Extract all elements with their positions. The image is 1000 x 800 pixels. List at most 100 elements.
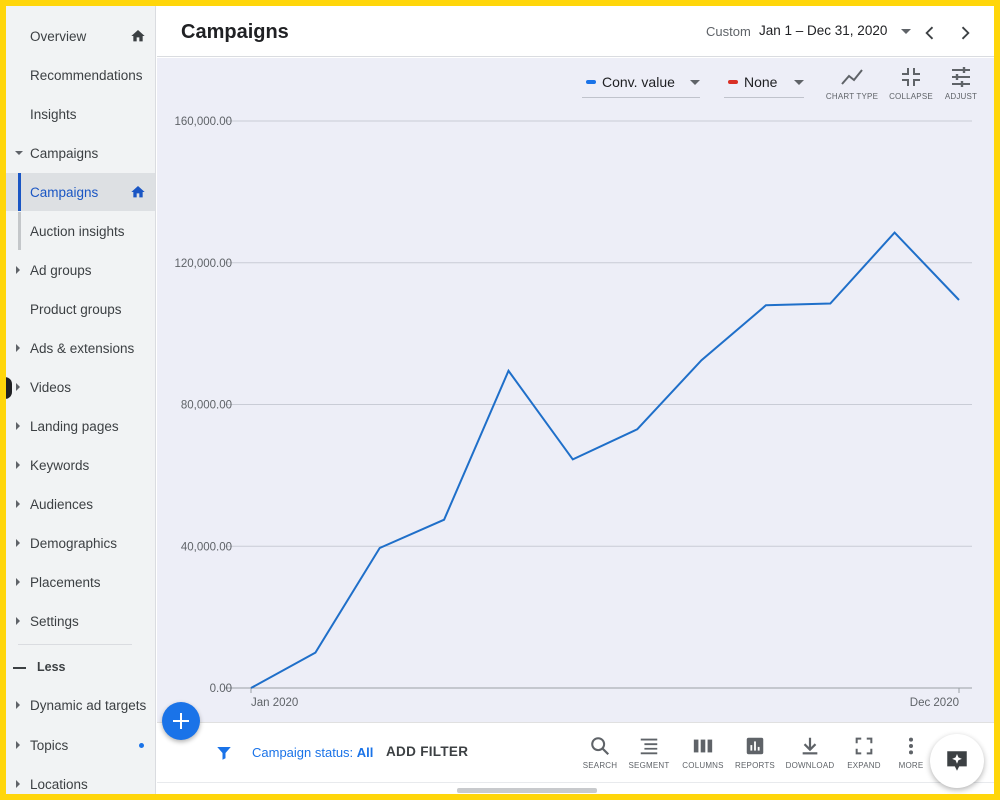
page-title: Campaigns	[181, 21, 289, 43]
sidebar-item-ad-groups[interactable]: Ad groups	[6, 251, 155, 289]
sidebar-item-label: Campaigns	[30, 145, 99, 161]
tool-label: DOWNLOAD	[785, 761, 835, 770]
table-toolbar: Campaign status: All ADD FILTER SEARCH S…	[157, 722, 994, 782]
caret-right-icon	[16, 701, 20, 709]
adjust-button[interactable]: ADJUST	[931, 66, 991, 106]
caret-right-icon	[16, 461, 20, 469]
create-button[interactable]	[162, 702, 200, 740]
sidebar-nav: Overview Recommendations Insights Campai…	[6, 6, 156, 794]
chevron-down-icon	[690, 80, 700, 85]
less-label: Less	[37, 660, 66, 674]
columns-button[interactable]: COLUMNS	[676, 735, 730, 775]
sidebar-item-audiences[interactable]: Audiences	[6, 485, 155, 523]
expand-button[interactable]: EXPAND	[837, 735, 891, 775]
horizontal-scrollbar[interactable]	[457, 788, 597, 793]
sparkle-chat-icon	[947, 751, 967, 771]
metric1-label: Conv. value	[602, 74, 675, 90]
chevron-left-icon[interactable]	[920, 23, 940, 43]
sidebar-item-label: Insights	[30, 106, 77, 122]
status-filter-value: All	[356, 745, 374, 760]
y-tick-label: 120,000.00	[174, 258, 232, 270]
sidebar-item-topics[interactable]: Topics	[6, 726, 155, 764]
sidebar-item-settings[interactable]: Settings	[6, 602, 155, 640]
home-icon	[131, 186, 145, 198]
sidebar-item-landing-pages[interactable]: Landing pages	[6, 407, 155, 445]
chevron-down-icon	[794, 80, 804, 85]
caret-right-icon	[16, 344, 20, 352]
caret-right-icon	[16, 266, 20, 274]
reports-button[interactable]: REPORTS	[728, 735, 782, 775]
collapse-icon	[902, 68, 920, 86]
sidebar-item-videos[interactable]: Videos	[6, 368, 155, 406]
tool-label: COLUMNS	[682, 761, 724, 770]
sidebar-divider	[18, 644, 132, 645]
segment-icon	[640, 738, 658, 755]
sidebar-item-demographics[interactable]: Demographics	[6, 524, 155, 562]
sidebar-item-label: Ad groups	[30, 262, 92, 278]
date-range-picker[interactable]: Jan 1 – Dec 31, 2020	[759, 23, 887, 38]
tool-label: CHART TYPE	[825, 92, 879, 101]
metric2-label: None	[744, 74, 778, 90]
sidebar-item-recommendations[interactable]: Recommendations	[6, 56, 155, 94]
sidebar-item-placements[interactable]: Placements	[6, 563, 155, 601]
filter-icon[interactable]	[215, 744, 233, 762]
sidebar-item-label: Campaigns	[30, 184, 99, 200]
download-button[interactable]: DOWNLOAD	[783, 735, 837, 775]
sliders-icon	[952, 67, 970, 87]
more-vert-icon	[908, 737, 914, 755]
sidebar-item-label: Product groups	[30, 301, 122, 317]
tool-label: SEARCH	[582, 761, 618, 770]
metric1-selector[interactable]: Conv. value	[582, 68, 700, 98]
sidebar-item-label: Placements	[30, 574, 101, 590]
caret-down-icon	[15, 151, 23, 155]
less-toggle[interactable]: Less	[6, 658, 155, 678]
sidebar-item-label: Overview	[30, 28, 87, 44]
sidebar-item-keywords[interactable]: Keywords	[6, 446, 155, 484]
series-line	[250, 231, 960, 689]
tool-label: EXPAND	[847, 761, 881, 770]
metric2-selector[interactable]: None	[724, 68, 804, 98]
sidebar-item-dynamic-ad-targets[interactable]: Dynamic ad targets	[6, 686, 155, 724]
status-filter-prefix: Campaign status:	[252, 745, 354, 760]
metric2-swatch	[728, 80, 738, 84]
add-filter-button[interactable]: ADD FILTER	[386, 744, 468, 759]
sidebar-item-insights[interactable]: Insights	[6, 95, 155, 133]
active-indicator	[18, 173, 21, 211]
sidebar-item-overview[interactable]: Overview	[6, 17, 155, 55]
sidebar-item-auction-insights[interactable]: Auction insights	[6, 212, 155, 250]
minus-icon	[13, 667, 26, 669]
search-button[interactable]: SEARCH	[573, 735, 627, 775]
home-icon	[131, 30, 145, 42]
sidebar-item-product-groups[interactable]: Product groups	[6, 290, 155, 328]
reports-icon	[746, 737, 764, 755]
sidebar-item-campaigns[interactable]: Campaigns	[6, 173, 155, 211]
sidebar-item-label: Ads & extensions	[30, 340, 135, 356]
sidebar-item-label: Topics	[30, 737, 69, 753]
y-tick-label: 80,000.00	[181, 400, 232, 412]
line-chart-icon	[841, 69, 863, 85]
segment-button[interactable]: SEGMENT	[622, 735, 676, 775]
x-tick-label: Jan 2020	[251, 697, 298, 709]
line-chart: 0.00 40,000.00 80,000.00 120,000.00 160,000.…	[174, 116, 972, 709]
sidebar-item-campaigns-group[interactable]: Campaigns	[6, 134, 155, 172]
date-mode-label: Custom	[706, 24, 751, 39]
sidebar-item-label: Recommendations	[30, 67, 143, 83]
assistant-button[interactable]	[930, 734, 984, 788]
caret-right-icon	[16, 500, 20, 508]
sidebar-item-ads-extensions[interactable]: Ads & extensions	[6, 329, 155, 367]
sidebar-item-label: Dynamic ad targets	[30, 697, 147, 713]
caret-right-icon	[16, 617, 20, 625]
sidebar-item-label: Auction insights	[30, 223, 125, 239]
sidebar-item-label: Settings	[30, 613, 79, 629]
y-tick-label: 160,000.00	[174, 116, 232, 128]
caret-right-icon	[16, 780, 20, 788]
columns-icon	[693, 739, 713, 753]
chevron-right-icon[interactable]	[955, 23, 975, 43]
x-tick-label: Dec 2020	[910, 697, 959, 709]
campaign-status-filter[interactable]: Campaign status: All	[252, 745, 373, 760]
chevron-down-icon[interactable]	[901, 29, 911, 34]
chart-type-button[interactable]: CHART TYPE	[822, 66, 882, 106]
caret-right-icon	[16, 539, 20, 547]
sidebar-item-locations[interactable]: Locations	[6, 765, 155, 794]
tool-label: REPORTS	[735, 761, 775, 770]
